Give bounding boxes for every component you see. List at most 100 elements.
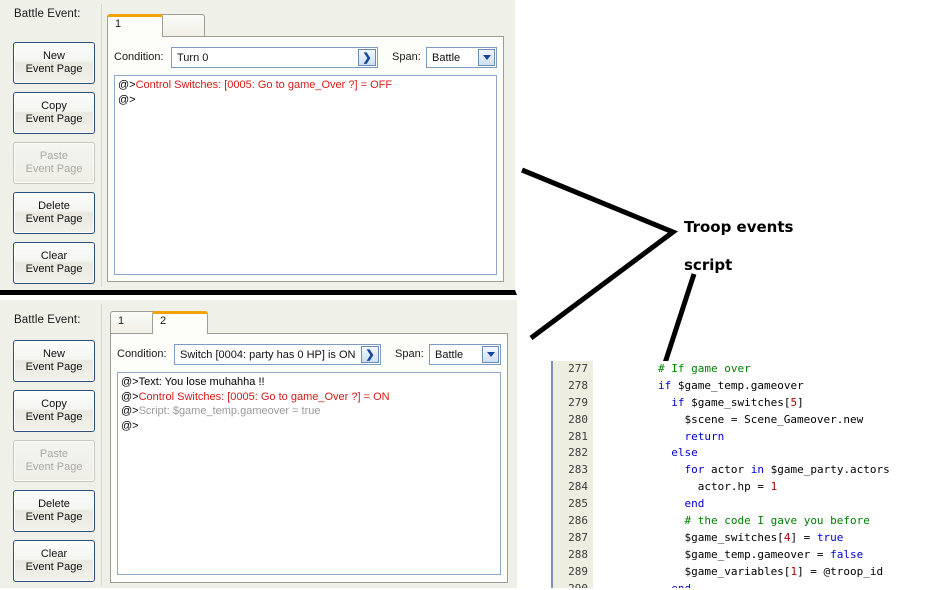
event-command-row[interactable]: @>Script: $game_temp.gameover = true: [121, 404, 500, 419]
code-token: actor: [704, 463, 751, 477]
tab-page-1[interactable]: 1: [107, 14, 163, 37]
code-line-source: end: [593, 496, 704, 513]
button-label-line2: Event Page: [25, 263, 83, 275]
code-line-number: 289: [568, 564, 588, 578]
condition-field[interactable]: Switch [0004: party has 0 HP] is ON ❯: [174, 344, 381, 365]
command-prefix: @>: [118, 79, 136, 91]
clear-event-page-button[interactable]: Clear Event Page: [13, 242, 95, 284]
annotation-troop-events: Troop events: [684, 218, 794, 236]
copy-event-page-button[interactable]: Copy Event Page: [13, 92, 95, 134]
code-line: 285 end: [551, 496, 936, 513]
code-line: 288 $game_temp.gameover = false: [551, 547, 936, 564]
span-label: Span:: [395, 348, 424, 360]
condition-label: Condition:: [117, 348, 167, 360]
battle-event-panel-2: Battle Event: New Event Page Copy Event …: [0, 300, 519, 588]
code-token: $game_party.actors: [763, 463, 890, 477]
code-line-number: 277: [568, 362, 588, 375]
chevron-right-icon[interactable]: ❯: [358, 49, 376, 66]
code-line-number: 285: [568, 497, 588, 511]
command-text: Script: $game_temp.gameover = true: [138, 405, 321, 417]
annotation-script: script: [684, 256, 733, 274]
code-line-source: $scene = Scene_Gameover.new: [593, 412, 863, 429]
tab-label: 1: [118, 315, 125, 327]
paste-event-page-button: Paste Event Page: [13, 440, 95, 482]
button-label-line1: Delete: [38, 498, 70, 510]
condition-field[interactable]: Turn 0 ❯: [171, 47, 378, 68]
chevron-right-icon[interactable]: ❯: [361, 346, 379, 363]
button-label-line1: Paste: [39, 150, 69, 162]
code-line-source: if $game_switches[5]: [593, 395, 803, 412]
command-text: Control Switches: [0005: Go to game_Over…: [138, 390, 390, 403]
button-label-line1: New: [42, 348, 65, 360]
code-token: $game_temp.gameover: [671, 378, 804, 392]
event-page-content-2: Condition: Switch [0004: party has 0 HP]…: [110, 333, 508, 583]
button-label-line2: Event Page: [25, 411, 83, 423]
battle-event-panel-1: Battle Event: New Event Page Copy Event …: [0, 0, 517, 295]
code-line-source: end: [593, 581, 691, 588]
event-command-list-1[interactable]: @>Control Switches: [0005: Go to game_Ov…: [114, 75, 497, 275]
code-token: $game_temp.gameover =: [605, 547, 831, 561]
event-command-row[interactable]: @>Control Switches: [0005: Go to game_Ov…: [121, 390, 500, 405]
code-line: 278 if $game_temp.gameover: [551, 378, 936, 395]
span-select[interactable]: Battle: [426, 47, 497, 68]
event-page-content-1: Condition: Turn 0 ❯ Span: Battle @>Contr…: [107, 36, 504, 282]
command-prefix: @>: [121, 376, 139, 388]
command-prefix: @>: [118, 93, 136, 106]
tab-page-2[interactable]: 2: [152, 311, 208, 334]
copy-event-page-button[interactable]: Copy Event Page: [13, 390, 95, 432]
event-page-button-column-2: New Event Page Copy Event Page Paste Eve…: [13, 340, 95, 590]
code-line: 279 if $game_switches[5]: [551, 395, 936, 412]
button-label-line1: Copy: [41, 398, 67, 410]
code-line: 284 actor.hp = 1: [551, 479, 936, 496]
new-event-page-button[interactable]: New Event Page: [13, 340, 95, 382]
event-command-list-2[interactable]: @>Text: You lose muhahha !! @>Control Sw…: [117, 372, 501, 575]
code-line: 280 $scene = Scene_Gameover.new: [551, 412, 936, 429]
clear-event-page-button[interactable]: Clear Event Page: [13, 540, 95, 582]
code-line-source: $game_variables[1] = @troop_id: [593, 564, 883, 581]
code-line: 287 $game_switches[4] = true: [551, 530, 936, 547]
chevron-down-icon[interactable]: [478, 49, 495, 66]
code-line: 290 end: [551, 581, 936, 588]
paste-event-page-button: Paste Event Page: [13, 142, 95, 184]
code-token: for: [684, 463, 705, 477]
script-code-viewer[interactable]: 277 # If game over 278 if $game_temp.game…: [551, 361, 936, 588]
event-command-row[interactable]: @>Control Switches: [0005: Go to game_Ov…: [118, 78, 496, 93]
code-line-source: if $game_temp.gameover: [593, 378, 804, 395]
span-select[interactable]: Battle: [429, 344, 501, 365]
code-token: true: [816, 530, 844, 544]
chevron-down-icon[interactable]: [482, 346, 499, 363]
button-label-line1: New: [42, 50, 65, 62]
event-command-row[interactable]: @>: [121, 419, 500, 434]
tab-label: 2: [160, 315, 167, 327]
code-token: if: [657, 378, 672, 392]
event-command-row[interactable]: @>: [118, 93, 496, 108]
button-label-line2: Event Page: [25, 361, 83, 373]
condition-label: Condition:: [114, 51, 164, 63]
script-arrow: [662, 273, 697, 364]
column-separator: [101, 304, 102, 586]
code-line-source: # the code I gave you before: [593, 513, 869, 530]
code-line-source: else: [593, 445, 698, 462]
code-line: 277 # If game over: [551, 361, 936, 378]
button-label-line2: Event Page: [25, 213, 83, 225]
button-label-line1: Clear: [40, 250, 68, 262]
button-label-line2: Event Page: [25, 461, 83, 473]
event-command-row[interactable]: @>Text: You lose muhahha !!: [121, 375, 500, 390]
code-token: if: [671, 395, 685, 409]
code-token: $game_switches[: [605, 530, 784, 544]
new-event-page-button[interactable]: New Event Page: [13, 42, 95, 84]
code-line: 283 for actor in $game_party.actors: [551, 462, 936, 479]
delete-event-page-button[interactable]: Delete Event Page: [13, 192, 95, 234]
code-token: else: [671, 446, 698, 460]
delete-event-page-button[interactable]: Delete Event Page: [13, 490, 95, 532]
command-prefix: @>: [121, 405, 139, 417]
command-prefix: @>: [121, 419, 139, 432]
code-line-number: 288: [568, 547, 588, 561]
panel-title: Battle Event:: [14, 314, 81, 326]
condition-value: Turn 0: [177, 51, 209, 64]
